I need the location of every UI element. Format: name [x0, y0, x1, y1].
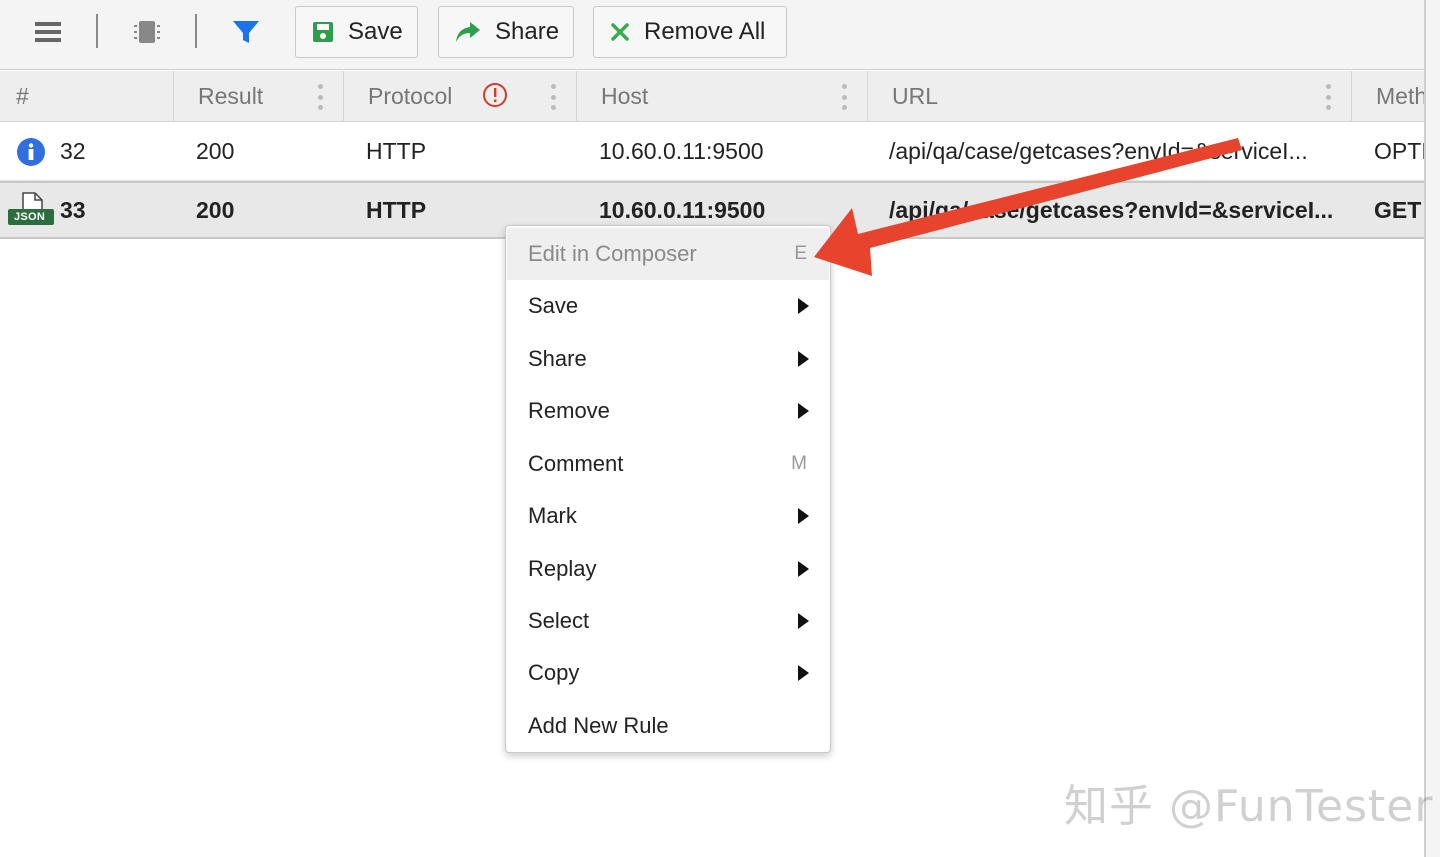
- column-header-method[interactable]: Meth: [1352, 71, 1424, 122]
- row-url: /api/qa/case/getcases?envId=&serviceI...: [889, 138, 1308, 164]
- column-header-host[interactable]: Host: [577, 71, 868, 122]
- vertical-scrollbar[interactable]: [1424, 0, 1440, 857]
- share-button[interactable]: Share: [438, 6, 574, 58]
- column-header-label: Host: [601, 83, 649, 109]
- column-header-label: Protocol: [368, 83, 453, 109]
- column-header-label: Result: [198, 83, 264, 109]
- menu-item-mark[interactable]: Mark: [507, 490, 829, 542]
- table-row[interactable]: 32 200 HTTP 10.60.0.11:9500 /api/qa/case…: [0, 123, 1424, 181]
- menu-item-copy[interactable]: Copy: [507, 647, 829, 699]
- column-header-number[interactable]: #: [0, 71, 174, 122]
- toolbar: Save Share Remove All: [0, 0, 1424, 70]
- menu-item-replay[interactable]: Replay: [507, 543, 829, 595]
- remove-all-button-label: Remove All: [644, 18, 766, 45]
- share-icon: [455, 21, 481, 43]
- row-host: 10.60.0.11:9500: [599, 138, 764, 164]
- json-file-icon: JSON: [6, 183, 56, 237]
- submenu-arrow-icon: [798, 298, 809, 314]
- column-resize-handle[interactable]: [842, 84, 847, 110]
- menu-item-label: Save: [528, 293, 579, 318]
- menu-item-shortcut: E: [794, 243, 807, 264]
- menu-item-comment[interactable]: Comment M: [507, 438, 829, 490]
- menu-item-label: Edit in Composer: [528, 241, 697, 266]
- close-icon: [610, 22, 630, 42]
- context-menu: Edit in Composer E Save Share Remove Com…: [505, 225, 831, 753]
- info-icon: [16, 123, 46, 180]
- filter-icon[interactable]: [230, 14, 262, 50]
- row-method: GET: [1374, 196, 1422, 223]
- menu-item-label: Copy: [528, 660, 580, 685]
- menu-item-select[interactable]: Select: [507, 595, 829, 647]
- column-resize-handle[interactable]: [1326, 84, 1331, 110]
- share-button-label: Share: [495, 18, 560, 45]
- alert-icon[interactable]: [482, 82, 508, 114]
- column-resize-handle[interactable]: [318, 84, 323, 110]
- menu-item-label: Replay: [528, 556, 597, 581]
- submenu-arrow-icon: [798, 351, 809, 367]
- row-number: 33: [60, 196, 86, 223]
- column-header-protocol[interactable]: Protocol: [344, 71, 577, 122]
- menu-item-label: Mark: [528, 503, 577, 528]
- toolbar-divider: [195, 14, 197, 48]
- submenu-arrow-icon: [798, 665, 809, 681]
- submenu-arrow-icon: [798, 613, 809, 629]
- save-button[interactable]: Save: [295, 6, 418, 58]
- menu-item-label: Add New Rule: [528, 713, 669, 738]
- row-method: OPTI: [1374, 138, 1424, 164]
- row-result: 200: [196, 196, 235, 223]
- toolbar-divider: [96, 14, 98, 48]
- row-result: 200: [196, 138, 235, 164]
- save-icon: [312, 21, 334, 43]
- menu-icon[interactable]: [32, 14, 64, 50]
- menu-item-share[interactable]: Share: [507, 333, 829, 385]
- submenu-arrow-icon: [798, 561, 809, 577]
- row-url: /api/qa/case/getcases?envId=&serviceI...: [889, 196, 1334, 223]
- column-header-label: URL: [892, 83, 939, 109]
- menu-item-label: Comment: [528, 451, 624, 476]
- column-resize-handle[interactable]: [551, 84, 556, 110]
- menu-item-edit-in-composer[interactable]: Edit in Composer E: [507, 228, 829, 280]
- menu-item-shortcut: M: [791, 453, 807, 474]
- row-protocol: HTTP: [366, 138, 427, 164]
- menu-item-add-new-rule[interactable]: Add New Rule: [507, 700, 829, 752]
- menu-item-save[interactable]: Save: [507, 280, 829, 332]
- submenu-arrow-icon: [798, 508, 809, 524]
- menu-item-remove[interactable]: Remove: [507, 385, 829, 437]
- table-header: # Result Protocol Host URL Meth: [0, 71, 1424, 122]
- watermark: 知乎 @FunTester: [1064, 781, 1434, 832]
- menu-item-label: Share: [528, 346, 587, 371]
- row-protocol: HTTP: [366, 196, 427, 223]
- save-button-label: Save: [348, 18, 403, 45]
- column-header-result[interactable]: Result: [174, 71, 344, 122]
- column-header-label: #: [16, 83, 29, 109]
- column-header-url[interactable]: URL: [868, 71, 1352, 122]
- decode-icon[interactable]: [131, 14, 163, 50]
- row-number: 32: [60, 138, 86, 164]
- menu-item-label: Select: [528, 608, 590, 633]
- column-header-label: Meth: [1376, 83, 1424, 109]
- json-badge-label: JSON: [14, 211, 46, 223]
- remove-all-button[interactable]: Remove All: [593, 6, 787, 58]
- submenu-arrow-icon: [798, 403, 809, 419]
- menu-item-label: Remove: [528, 398, 610, 423]
